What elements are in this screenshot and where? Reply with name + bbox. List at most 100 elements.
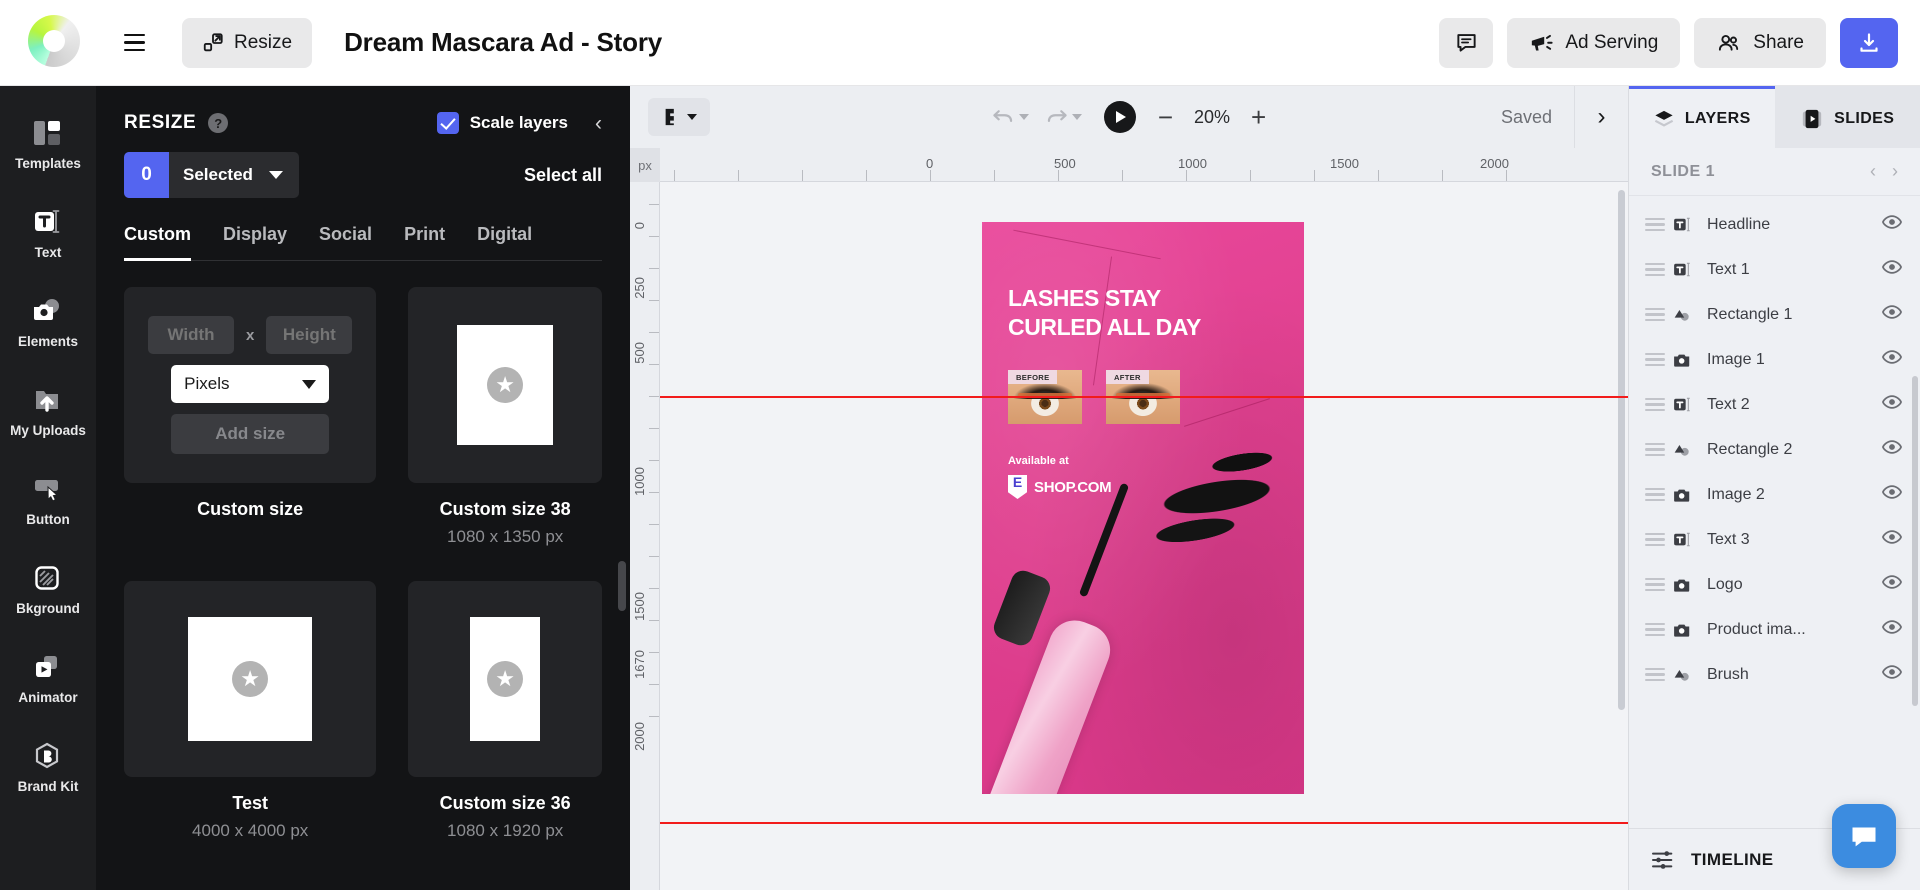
slide-prev-button[interactable]: ‹ [1870, 161, 1876, 182]
artboard-headline[interactable]: LASHES STAY CURLED ALL DAY [1008, 284, 1201, 342]
size-card-0[interactable]: ★ [408, 287, 602, 483]
width-input[interactable] [148, 316, 234, 354]
layer-row-product-image[interactable]: Product ima... [1629, 607, 1920, 652]
select-all-button[interactable]: Select all [524, 165, 602, 186]
selected-dropdown[interactable]: 0 Selected [124, 152, 299, 198]
layer-row-text-3[interactable]: Text 3 [1629, 517, 1920, 562]
vertical-ruler[interactable]: 0 250 500 1000 1500 1670 2000 [630, 182, 660, 890]
hamburger-menu-icon[interactable] [112, 21, 156, 65]
layer-row-headline[interactable]: Headline [1629, 202, 1920, 247]
custom-size-card[interactable]: x Pixels Add size [124, 287, 376, 483]
guide-line-top[interactable] [660, 396, 1628, 398]
drag-handle-icon[interactable] [1645, 533, 1665, 546]
layer-row-text-1[interactable]: Text 1 [1629, 247, 1920, 292]
tab-custom[interactable]: Custom [124, 224, 191, 261]
drag-handle-icon[interactable] [1645, 263, 1665, 276]
stage-scrollbar[interactable] [1618, 190, 1625, 710]
layer-visibility-icon[interactable] [1882, 620, 1902, 639]
undo-button[interactable] [992, 107, 1029, 127]
ruler-h-label-4: 2000 [1480, 156, 1509, 171]
drag-handle-icon[interactable] [1645, 353, 1665, 366]
size-card-1[interactable]: ★ [124, 581, 376, 777]
redo-icon [1045, 107, 1068, 127]
layer-visibility-icon[interactable] [1882, 485, 1902, 504]
play-button[interactable] [1104, 101, 1136, 133]
chevron-left-icon[interactable]: ‹ [595, 113, 602, 134]
ruler-h-label-3: 1500 [1330, 156, 1359, 171]
layer-row-rectangle-2[interactable]: Rectangle 2 [1629, 427, 1920, 472]
horizontal-ruler[interactable]: 0 500 1000 1500 2000 [660, 148, 1628, 182]
rail-item-templates[interactable]: Templates [0, 102, 96, 187]
layer-row-image-2[interactable]: Image 2 [1629, 472, 1920, 517]
rail-item-animator[interactable]: Animator [0, 636, 96, 721]
rail-item-text[interactable]: Text [0, 191, 96, 276]
layer-row-image-1[interactable]: Image 1 [1629, 337, 1920, 382]
layer-visibility-icon[interactable] [1882, 215, 1902, 234]
drag-handle-icon[interactable] [1645, 398, 1665, 411]
canvas-toolbar-center: − 20% + [630, 101, 1628, 133]
drag-handle-icon[interactable] [1645, 443, 1665, 456]
question-mark-icon[interactable]: ? [208, 113, 228, 133]
units-select[interactable]: Pixels [171, 365, 329, 403]
drag-handle-icon[interactable] [1645, 623, 1665, 636]
rail-item-elements[interactable]: Elements [0, 280, 96, 365]
layer-visibility-icon[interactable] [1882, 260, 1902, 279]
chat-support-button[interactable] [1832, 804, 1896, 868]
layer-row-logo[interactable]: Logo [1629, 562, 1920, 607]
panel-scrollbar[interactable] [618, 561, 626, 611]
drag-handle-icon[interactable] [1645, 308, 1665, 321]
zoom-value[interactable]: 20% [1189, 107, 1235, 128]
tab-print[interactable]: Print [404, 224, 445, 261]
rail-item-bkground[interactable]: Bkground [0, 547, 96, 632]
brush-stroke-graphic[interactable] [1109, 420, 1304, 598]
shape-layer-icon [1673, 442, 1699, 458]
zoom-out-button[interactable]: − [1158, 104, 1173, 130]
size-thumb-0: ★ [457, 325, 553, 445]
app-logo-ring-icon[interactable] [28, 15, 84, 71]
layer-row-rectangle-1[interactable]: Rectangle 1 [1629, 292, 1920, 337]
resize-button[interactable]: Resize [182, 18, 312, 68]
ruler-tool-button[interactable] [648, 98, 710, 136]
rail-item-my-uploads[interactable]: My Uploads [0, 369, 96, 454]
layer-visibility-icon[interactable] [1882, 575, 1902, 594]
tab-display[interactable]: Display [223, 224, 287, 261]
height-input[interactable] [266, 316, 352, 354]
ad-serving-button[interactable]: Ad Serving [1507, 18, 1680, 68]
comment-button[interactable] [1439, 18, 1493, 68]
layer-visibility-icon[interactable] [1882, 665, 1902, 684]
drag-handle-icon[interactable] [1645, 668, 1665, 681]
size-card-2[interactable]: ★ [408, 581, 602, 777]
drag-handle-icon[interactable] [1645, 578, 1665, 591]
download-button[interactable] [1840, 18, 1898, 68]
layer-row-brush[interactable]: Brush [1629, 652, 1920, 697]
zoom-in-button[interactable]: + [1251, 104, 1266, 130]
layer-row-text-2[interactable]: Text 2 [1629, 382, 1920, 427]
drag-handle-icon[interactable] [1645, 218, 1665, 231]
available-at-label[interactable]: Available at [1008, 455, 1069, 467]
shop-logo[interactable]: E SHOP.COM [1008, 475, 1111, 499]
add-size-button[interactable]: Add size [171, 414, 329, 454]
slide-next-button[interactable]: › [1892, 161, 1898, 182]
layer-visibility-icon[interactable] [1882, 350, 1902, 369]
share-button[interactable]: Share [1694, 18, 1826, 68]
layer-visibility-icon[interactable] [1882, 440, 1902, 459]
guide-line-bottom[interactable] [660, 822, 1628, 824]
layer-visibility-icon[interactable] [1882, 305, 1902, 324]
tab-slides[interactable]: SLIDES [1775, 86, 1920, 148]
rail-item-button[interactable]: Button [0, 458, 96, 543]
artboard[interactable]: LASHES STAY CURLED ALL DAY BEFORE AFTER [982, 222, 1304, 794]
rail-item-brand-kit[interactable]: Brand Kit [0, 725, 96, 810]
design-stage[interactable]: LASHES STAY CURLED ALL DAY BEFORE AFTER [660, 182, 1628, 890]
tab-social[interactable]: Social [319, 224, 372, 261]
next-panel-button[interactable]: › [1574, 86, 1628, 148]
scale-layers-checkbox[interactable] [437, 112, 459, 134]
drag-handle-icon[interactable] [1645, 488, 1665, 501]
size-name-2: Custom size 36 [440, 793, 571, 814]
layer-visibility-icon[interactable] [1882, 395, 1902, 414]
document-title[interactable]: Dream Mascara Ad - Story [344, 27, 662, 58]
redo-button[interactable] [1045, 107, 1082, 127]
tab-layers[interactable]: LAYERS [1629, 86, 1775, 148]
layers-scrollbar[interactable] [1912, 376, 1918, 706]
tab-digital[interactable]: Digital [477, 224, 532, 261]
layer-visibility-icon[interactable] [1882, 530, 1902, 549]
